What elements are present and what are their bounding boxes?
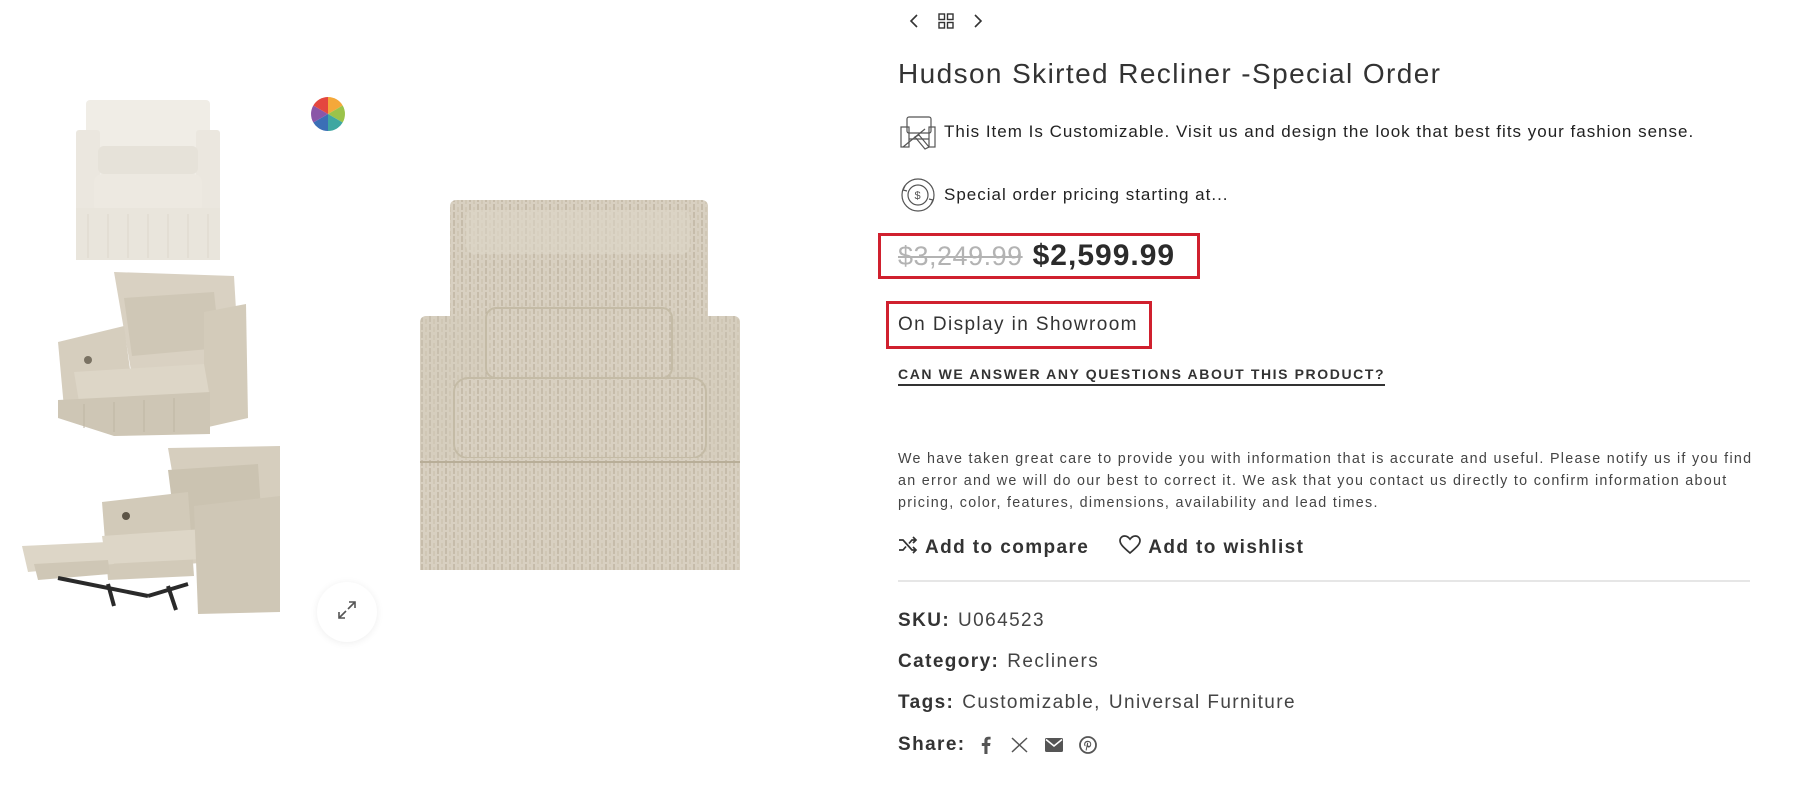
old-price: $3,249.99 <box>898 240 1023 271</box>
availability-text: On Display in Showroom <box>898 314 1138 335</box>
product-actions: Add to compare Add to wishlist <box>898 535 1304 561</box>
category-row: Category: Recliners <box>898 651 1099 673</box>
expand-icon <box>337 600 357 625</box>
customizable-text: This Item Is Customizable. Visit us and … <box>944 122 1695 141</box>
thumbnail-front[interactable] <box>68 96 228 262</box>
tag-link[interactable]: Customizable <box>962 692 1094 714</box>
sku-value: U064523 <box>958 610 1045 631</box>
facebook-icon[interactable] <box>976 735 996 755</box>
thumbnail-reclined[interactable] <box>18 446 282 614</box>
x-icon[interactable] <box>1010 735 1030 755</box>
special-order-note: $ Special order pricing starting at... <box>898 175 1229 215</box>
product-details: Hudson Skirted Recliner -Special Order T… <box>878 0 1778 789</box>
sku-label: SKU: <box>898 610 951 631</box>
main-product-image <box>420 196 740 572</box>
tags-row: Tags: Customizable , Universal Furniture <box>898 692 1296 714</box>
add-to-wishlist-label: Add to wishlist <box>1148 537 1305 558</box>
availability-highlight: On Display in Showroom <box>886 301 1152 349</box>
share-label: Share: <box>898 734 966 755</box>
shuffle-icon <box>898 536 918 560</box>
product-gallery <box>0 0 860 789</box>
chevron-left-icon[interactable] <box>904 10 924 32</box>
share-row: Share: <box>898 734 1098 756</box>
sku-row: SKU: U064523 <box>898 610 1045 632</box>
ask-question-link[interactable]: CAN WE ANSWER ANY QUESTIONS ABOUT THIS P… <box>898 366 1386 386</box>
customizable-note: This Item Is Customizable. Visit us and … <box>898 112 1694 152</box>
chevron-right-icon[interactable] <box>968 10 988 32</box>
category-label: Category: <box>898 651 1000 672</box>
grid-icon[interactable] <box>936 10 956 32</box>
svg-text:$: $ <box>914 190 921 202</box>
product-title: Hudson Skirted Recliner -Special Order <box>898 58 1442 89</box>
customize-chair-icon <box>898 112 938 152</box>
tag-link[interactable]: Universal Furniture <box>1109 692 1296 714</box>
thumbnail-angled[interactable] <box>54 268 250 438</box>
heart-icon <box>1119 535 1142 561</box>
current-price: $2,599.99 <box>1032 239 1176 272</box>
add-to-compare-label: Add to compare <box>925 537 1090 558</box>
pinterest-icon[interactable] <box>1078 735 1098 755</box>
divider <box>898 580 1750 582</box>
color-swatch-icon[interactable] <box>311 97 345 131</box>
price-highlight: $3,249.99 $2,599.99 <box>878 233 1200 279</box>
disclaimer-text: We have taken great care to provide you … <box>898 451 1753 511</box>
zoom-button[interactable] <box>317 582 377 642</box>
category-link[interactable]: Recliners <box>1007 651 1099 673</box>
dollar-cycle-icon: $ <box>898 175 938 215</box>
share-icons <box>976 735 1098 755</box>
add-to-wishlist-button[interactable]: Add to wishlist <box>1119 535 1304 561</box>
add-to-compare-button[interactable]: Add to compare <box>898 536 1089 560</box>
tags-label: Tags: <box>898 692 955 713</box>
tag-separator: , <box>1094 692 1101 713</box>
special-order-text: Special order pricing starting at... <box>944 185 1229 204</box>
product-navigation <box>904 10 988 32</box>
email-icon[interactable] <box>1044 735 1064 755</box>
